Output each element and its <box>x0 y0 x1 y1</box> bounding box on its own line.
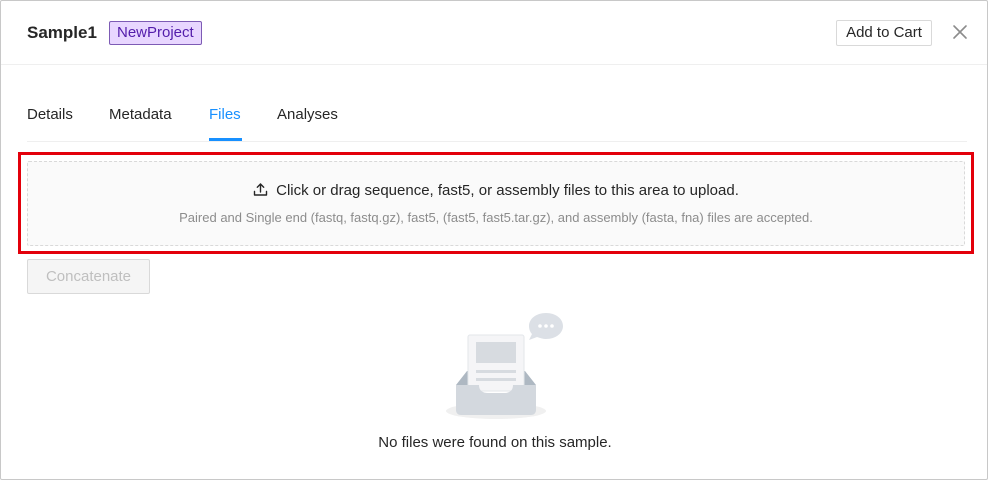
tab-files[interactable]: Files <box>209 106 241 142</box>
tab-bar: Details Metadata Files Analyses <box>27 99 967 142</box>
upload-main-text: Click or drag sequence, fast5, or assemb… <box>276 182 739 199</box>
concatenate-button[interactable]: Concatenate <box>27 259 150 294</box>
add-to-cart-button[interactable]: Add to Cart <box>836 20 932 46</box>
upload-icon <box>253 182 268 201</box>
sample-modal: Sample1 NewProject Add to Cart Details M… <box>0 0 988 480</box>
close-icon[interactable] <box>951 23 969 41</box>
upload-main-text-row: Click or drag sequence, fast5, or assemb… <box>28 182 964 201</box>
tab-details[interactable]: Details <box>27 106 73 142</box>
empty-message: No files were found on this sample. <box>378 434 612 451</box>
modal-header: Sample1 NewProject Add to Cart <box>1 1 987 65</box>
tab-metadata[interactable]: Metadata <box>109 106 172 142</box>
upload-hint-text: Paired and Single end (fastq, fastq.gz),… <box>179 210 813 225</box>
active-tab-indicator <box>209 138 242 141</box>
empty-inbox-icon <box>439 307 569 425</box>
project-tag[interactable]: NewProject <box>109 21 202 45</box>
tab-analyses[interactable]: Analyses <box>277 106 338 142</box>
upload-dropzone[interactable]: Click or drag sequence, fast5, or assemb… <box>27 161 965 246</box>
sample-title: Sample1 <box>27 23 97 42</box>
